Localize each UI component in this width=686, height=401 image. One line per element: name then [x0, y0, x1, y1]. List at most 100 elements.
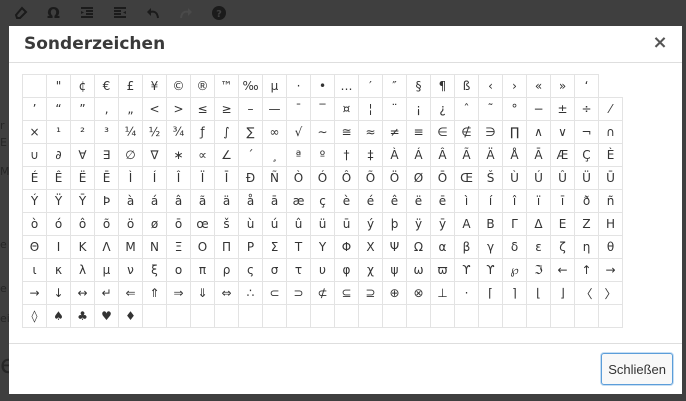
- character-cell[interactable]: ≤: [190, 97, 215, 121]
- character-cell[interactable]: γ: [478, 235, 503, 259]
- character-cell[interactable]: α: [430, 235, 455, 259]
- character-cell[interactable]: ¬: [574, 120, 599, 144]
- character-cell[interactable]: ↵: [94, 281, 119, 305]
- character-cell[interactable]: Ç: [574, 143, 599, 167]
- character-cell[interactable]: ↑: [574, 258, 599, 282]
- character-cell[interactable]: Γ: [502, 212, 527, 236]
- character-cell[interactable]: Ì: [118, 166, 143, 190]
- character-cell[interactable]: ∧: [526, 120, 551, 144]
- character-cell[interactable]: ♦: [118, 304, 143, 328]
- help-icon[interactable]: ?: [202, 2, 235, 24]
- character-cell[interactable]: ƒ: [190, 120, 215, 144]
- character-cell[interactable]: ‹: [478, 74, 503, 98]
- character-cell[interactable]: ⋅: [454, 281, 479, 305]
- omega-icon[interactable]: Ω: [37, 2, 70, 24]
- character-cell[interactable]: √: [286, 120, 311, 144]
- character-cell[interactable]: ®: [190, 74, 215, 98]
- character-cell[interactable]: ×: [22, 120, 47, 144]
- character-cell[interactable]: Μ: [118, 235, 143, 259]
- character-cell[interactable]: Ρ: [238, 235, 263, 259]
- character-cell[interactable]: ⇔: [214, 281, 239, 305]
- character-cell[interactable]: í: [478, 189, 503, 213]
- character-cell[interactable]: Ō: [430, 166, 455, 190]
- character-cell[interactable]: Þ: [94, 189, 119, 213]
- character-cell[interactable]: ‾: [310, 97, 335, 121]
- character-cell[interactable]: ¹: [46, 120, 71, 144]
- character-cell[interactable]: δ: [502, 235, 527, 259]
- character-cell[interactable]: 〈: [574, 281, 599, 305]
- eraser-icon[interactable]: [4, 2, 37, 24]
- character-cell[interactable]: Ø: [406, 166, 431, 190]
- character-cell[interactable]: Ζ: [574, 212, 599, 236]
- character-cell[interactable]: ∗: [166, 143, 191, 167]
- character-cell[interactable]: Œ: [454, 166, 479, 190]
- character-cell[interactable]: ⊗: [406, 281, 431, 305]
- character-cell[interactable]: Û: [550, 166, 575, 190]
- character-cell[interactable]: ˜: [478, 97, 503, 121]
- character-cell[interactable]: ι: [22, 258, 47, 282]
- character-cell[interactable]: ‘: [574, 74, 599, 98]
- character-cell[interactable]: Õ: [358, 166, 383, 190]
- character-cell[interactable]: •: [310, 74, 335, 98]
- character-cell[interactable]: ′: [358, 74, 383, 98]
- character-cell[interactable]: ⊄: [310, 281, 335, 305]
- character-cell[interactable]: ∉: [454, 120, 479, 144]
- character-cell[interactable]: Ë: [70, 166, 95, 190]
- character-cell[interactable]: ›: [502, 74, 527, 98]
- character-cell[interactable]: Λ: [94, 235, 119, 259]
- character-cell[interactable]: ∃: [94, 143, 119, 167]
- character-cell[interactable]: †: [334, 143, 359, 167]
- character-cell[interactable]: Β: [478, 212, 503, 236]
- character-cell[interactable]: Ī: [214, 166, 239, 190]
- character-cell[interactable]: ā: [262, 189, 287, 213]
- character-cell[interactable]: å: [238, 189, 263, 213]
- character-cell[interactable]: ¢: [70, 74, 95, 98]
- character-cell[interactable]: º: [310, 143, 335, 167]
- character-cell[interactable]: μ: [94, 258, 119, 282]
- character-cell[interactable]: Ν: [142, 235, 167, 259]
- character-cell[interactable]: ª: [286, 143, 311, 167]
- character-cell[interactable]: υ: [310, 258, 335, 282]
- character-cell[interactable]: ⊃: [286, 281, 311, 305]
- character-cell[interactable]: Π: [214, 235, 239, 259]
- character-cell[interactable]: °: [502, 97, 527, 121]
- character-cell[interactable]: ÷: [574, 97, 599, 121]
- character-cell[interactable]: Ô: [334, 166, 359, 190]
- character-cell[interactable]: ″: [382, 74, 407, 98]
- character-cell[interactable]: ±: [550, 97, 575, 121]
- character-cell[interactable]: ½: [142, 120, 167, 144]
- character-cell[interactable]: ß: [454, 74, 479, 98]
- character-cell[interactable]: ™: [214, 74, 239, 98]
- character-cell[interactable]: ∂: [46, 143, 71, 167]
- character-cell[interactable]: ¾: [166, 120, 191, 144]
- character-cell[interactable]: ú: [262, 212, 287, 236]
- character-cell[interactable]: Ε: [550, 212, 575, 236]
- character-cell[interactable]: £: [118, 74, 143, 98]
- character-cell[interactable]: σ: [262, 258, 287, 282]
- character-cell[interactable]: ö: [118, 212, 143, 236]
- character-cell[interactable]: È: [598, 143, 623, 167]
- character-cell[interactable]: ⁄: [598, 97, 623, 121]
- character-cell[interactable]: Ψ: [382, 235, 407, 259]
- character-cell[interactable]: Φ: [334, 235, 359, 259]
- character-cell[interactable]: ℑ: [526, 258, 551, 282]
- character-cell[interactable]: Ú: [526, 166, 551, 190]
- character-cell[interactable]: ∅: [118, 143, 143, 167]
- character-cell[interactable]: Î: [166, 166, 191, 190]
- character-cell[interactable]: π: [190, 258, 215, 282]
- character-cell[interactable]: Ð: [238, 166, 263, 190]
- character-cell[interactable]: β: [454, 235, 479, 259]
- character-cell[interactable]: Ξ: [166, 235, 191, 259]
- character-cell[interactable]: ∼: [310, 120, 335, 144]
- character-cell[interactable]: Â: [430, 143, 455, 167]
- character-cell[interactable]: ≡: [406, 120, 431, 144]
- character-cell[interactable]: →: [22, 281, 47, 305]
- character-cell[interactable]: ∠: [214, 143, 239, 167]
- character-cell[interactable]: €: [94, 74, 119, 98]
- character-cell[interactable]: Í: [142, 166, 167, 190]
- character-cell[interactable]: Ü: [574, 166, 599, 190]
- character-cell[interactable]: ý: [358, 212, 383, 236]
- character-cell[interactable]: ρ: [214, 258, 239, 282]
- character-cell[interactable]: à: [118, 189, 143, 213]
- character-cell[interactable]: ¡: [406, 97, 431, 121]
